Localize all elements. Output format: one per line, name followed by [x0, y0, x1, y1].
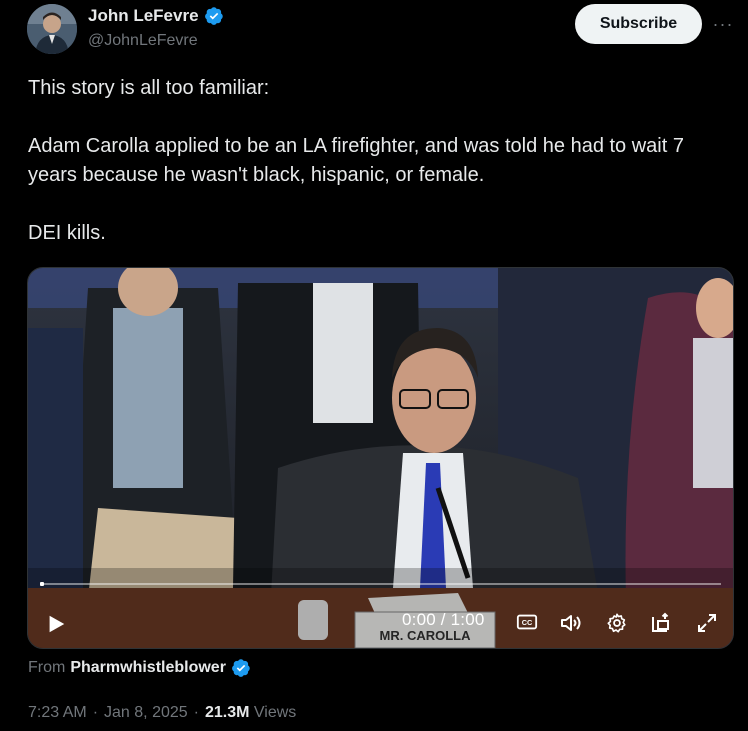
video-progress-knob[interactable] — [40, 582, 44, 586]
volume-icon[interactable] — [558, 610, 584, 636]
video-progress-bar[interactable] — [40, 582, 721, 586]
video-source: From Pharmwhistleblower — [28, 658, 251, 678]
author-name[interactable]: John LeFevre — [88, 6, 199, 26]
from-label: From — [28, 659, 66, 676]
author-handle[interactable]: @JohnLeFevre — [88, 32, 198, 50]
fullscreen-icon[interactable] — [694, 610, 720, 636]
video-time: 0:00 / 1:00 — [402, 610, 485, 629]
post-time[interactable]: 7:23 AM — [28, 704, 87, 722]
verified-badge-icon — [232, 659, 250, 677]
more-options-icon[interactable]: ··· — [712, 12, 734, 36]
tweet-line-closing: DEI kills. — [28, 222, 106, 244]
captions-icon[interactable]: CC — [515, 610, 539, 634]
settings-gear-icon[interactable] — [604, 610, 630, 636]
verified-badge-icon — [204, 7, 223, 25]
tweet-meta: 7:23 AM · Jan 8, 2025 · 21.3M Views — [28, 704, 296, 722]
video-player[interactable]: MR. CAROLLA 0:00 / 1:00 CC — [27, 267, 734, 649]
svg-text:CC: CC — [522, 618, 533, 627]
meta-separator: · — [92, 704, 99, 721]
play-icon[interactable] — [42, 610, 70, 638]
meta-separator: · — [193, 704, 199, 721]
tweet-line-story: Adam Carolla applied to be an LA firefig… — [28, 135, 684, 186]
source-account-link[interactable]: Pharmwhistleblower — [70, 659, 226, 677]
post-date[interactable]: Jan 8, 2025 — [104, 704, 188, 722]
tweet-text: This story is all too familiar: Adam Car… — [28, 74, 733, 248]
views-label: Views — [253, 704, 297, 721]
tweet-header: John LeFevre @JohnLeFevre Subscribe ··· — [0, 0, 748, 60]
avatar[interactable] — [27, 4, 77, 54]
picture-in-picture-icon[interactable] — [648, 610, 674, 636]
tweet-line-intro: This story is all too familiar: — [28, 77, 270, 99]
views-count: 21.3M — [204, 704, 250, 721]
subscribe-button[interactable]: Subscribe — [575, 4, 702, 44]
video-frame: MR. CAROLLA — [28, 268, 733, 648]
